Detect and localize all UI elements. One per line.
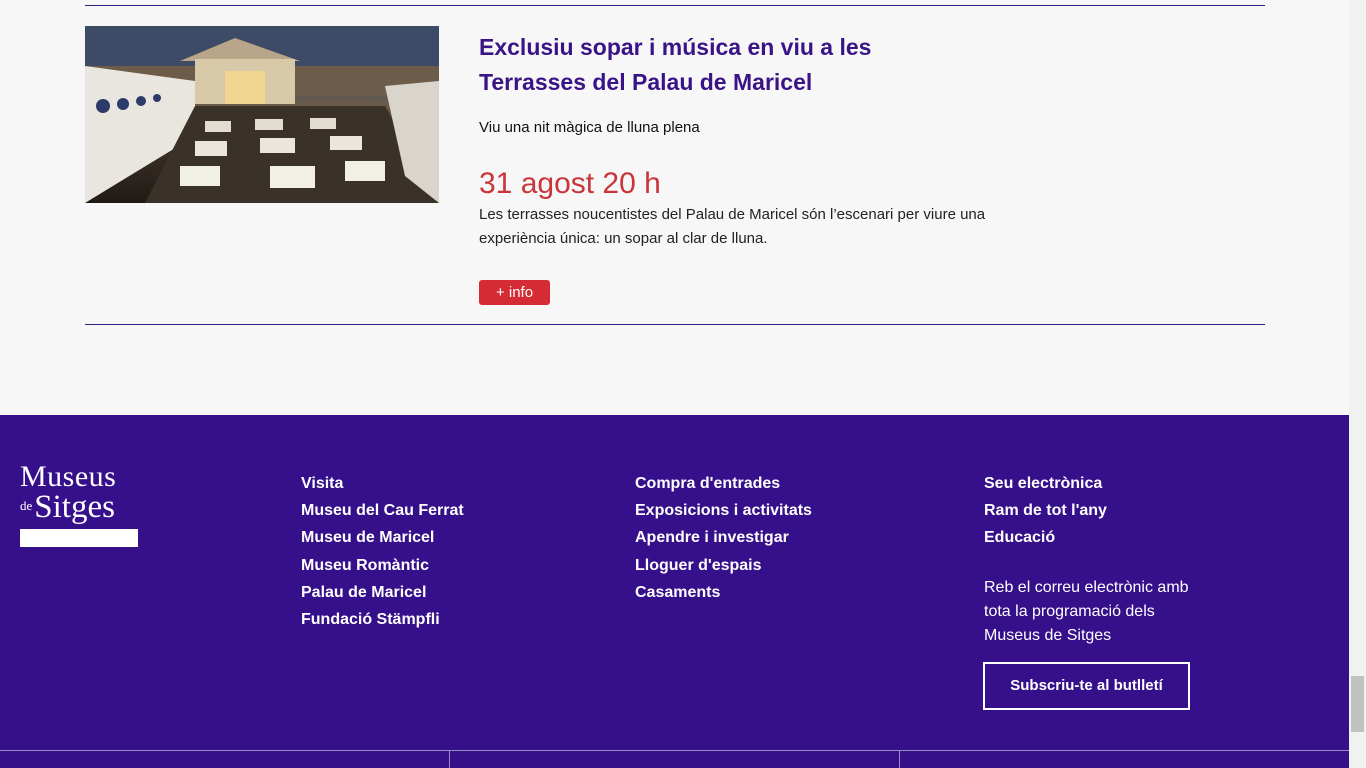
logo-word-sitges: Sitges	[34, 489, 115, 525]
footer-bottom-divider	[0, 750, 1349, 751]
museus-de-sitges-logo[interactable]: Museus de Sitges	[20, 462, 138, 547]
footer-link-palau-maricel[interactable]: Palau de Maricel	[301, 579, 464, 606]
footer-link-ram-tot-any[interactable]: Ram de tot l'any	[984, 497, 1107, 524]
scrollbar-thumb[interactable]	[1351, 676, 1364, 732]
footer-link-fundacio-stampfli[interactable]: Fundació Stämpfli	[301, 606, 464, 633]
footer-link-cau-ferrat[interactable]: Museu del Cau Ferrat	[301, 497, 464, 524]
footer-link-museu-romantic[interactable]: Museu Romàntic	[301, 552, 464, 579]
event-image[interactable]	[85, 26, 439, 203]
terrace-photo	[85, 26, 439, 203]
logo-bar	[20, 529, 138, 547]
footer-column-services: Compra d'entrades Exposicions i activita…	[635, 470, 812, 606]
event-subtitle: Viu una nit màgica de lluna plena	[479, 119, 700, 136]
logo-word-museus: Museus	[20, 460, 117, 493]
footer-link-apendre[interactable]: Apendre i investigar	[635, 524, 812, 551]
footer-link-compra-entrades[interactable]: Compra d'entrades	[635, 470, 812, 497]
footer: Museus de Sitges Visita Museu del Cau Fe…	[0, 415, 1349, 768]
event-date: 31 agost 20 h	[479, 167, 661, 200]
subscribe-button[interactable]: Subscriu-te al butlletí	[983, 662, 1190, 710]
footer-link-exposicions[interactable]: Exposicions i activitats	[635, 497, 812, 524]
footer-column-separator	[899, 750, 900, 768]
logo-word-de: de	[20, 498, 33, 513]
info-button[interactable]: + info	[479, 280, 550, 305]
footer-link-educacio[interactable]: Educació	[984, 524, 1107, 551]
footer-link-casaments[interactable]: Casaments	[635, 579, 812, 606]
footer-column-more: Seu electrònica Ram de tot l'any Educaci…	[984, 470, 1107, 552]
footer-link-visita[interactable]: Visita	[301, 470, 464, 497]
event-description: Les terrasses noucentistes del Palau de …	[479, 206, 986, 247]
newsletter-text: Reb el correu electrònic amb tota la pro…	[984, 579, 1189, 644]
event-title[interactable]: Exclusiu sopar i música en viu a les Ter…	[479, 30, 939, 100]
event-bottom-divider	[85, 324, 1265, 325]
vertical-scrollbar[interactable]	[1349, 0, 1366, 768]
footer-link-museu-maricel[interactable]: Museu de Maricel	[301, 524, 464, 551]
footer-column-museums: Visita Museu del Cau Ferrat Museu de Mar…	[301, 470, 464, 633]
footer-link-seu-electronica[interactable]: Seu electrònica	[984, 470, 1107, 497]
footer-column-separator	[449, 750, 450, 768]
event-top-divider	[85, 5, 1265, 6]
page: Exclusiu sopar i música en viu a les Ter…	[0, 0, 1366, 768]
footer-link-lloguer-espais[interactable]: Lloguer d'espais	[635, 552, 812, 579]
